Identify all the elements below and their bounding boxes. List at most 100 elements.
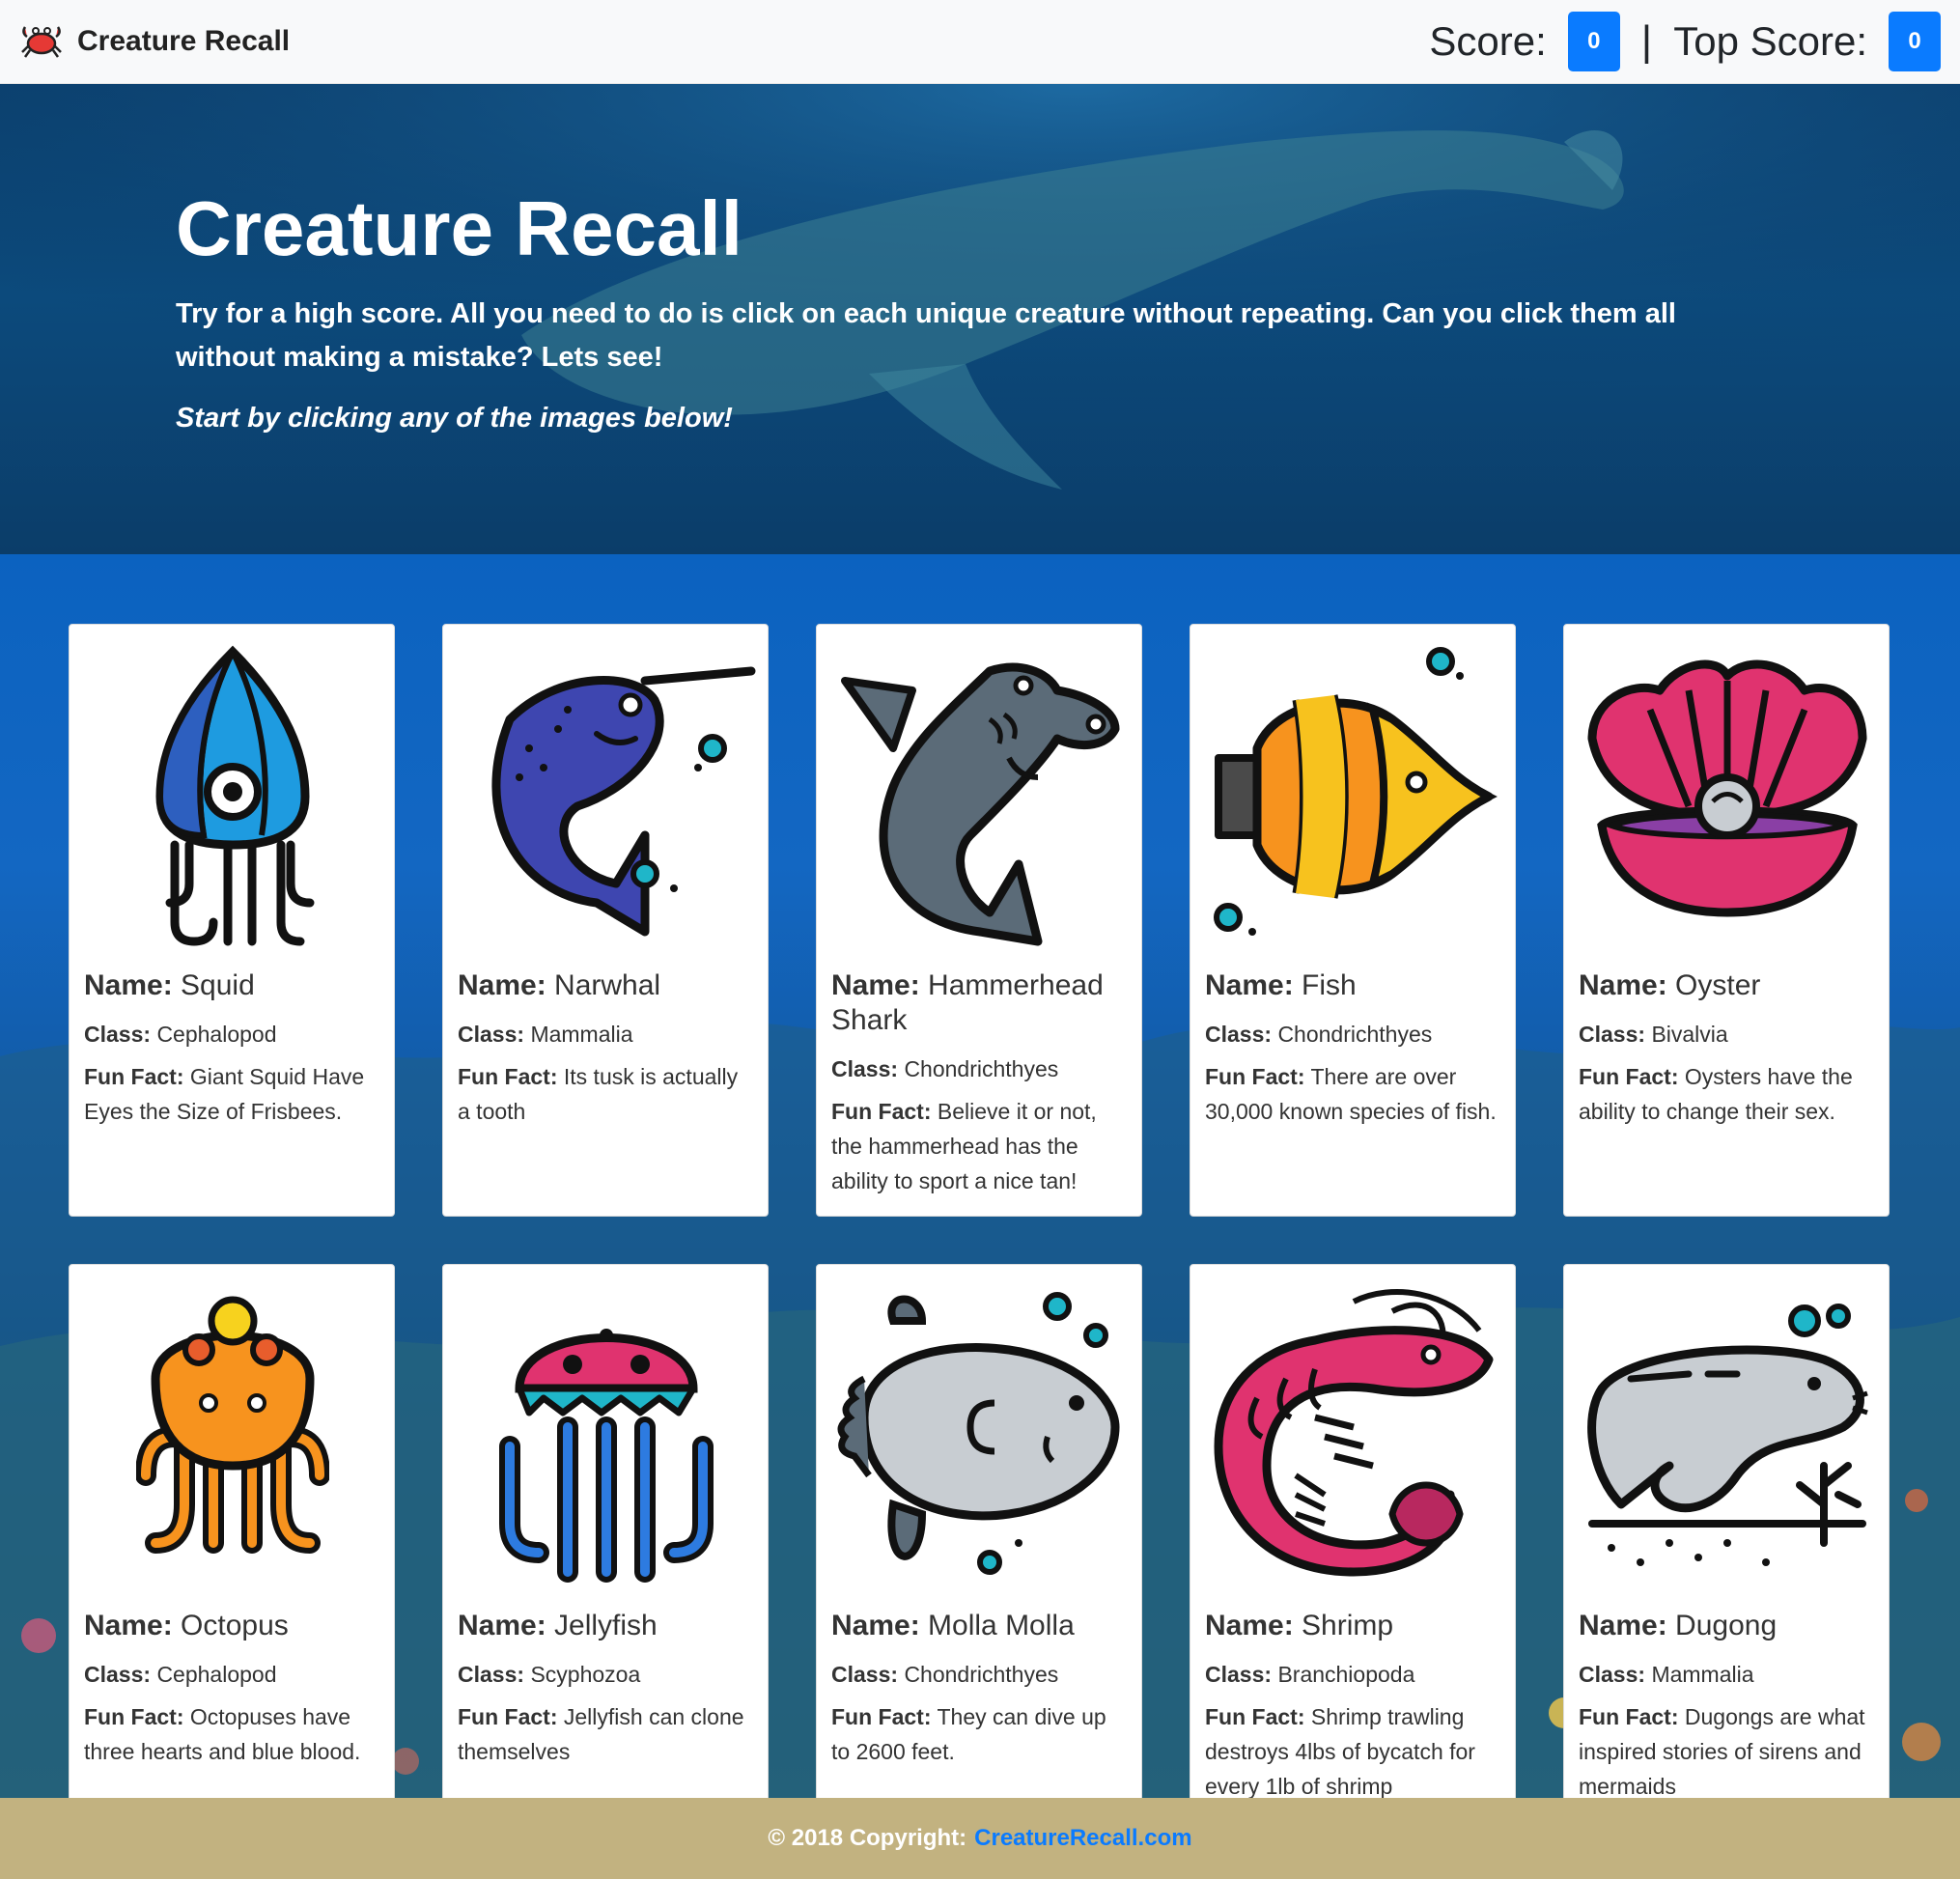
name-label: Name: — [1205, 969, 1294, 1001]
creature-fact: Fun Fact: Giant Squid Have Eyes the Size… — [84, 1059, 379, 1129]
footer-link[interactable]: CreatureRecall.com — [974, 1825, 1191, 1852]
fact-label: Fun Fact: — [1205, 1704, 1305, 1729]
card-body: Name: Hammerhead Shark Class: Chondricht… — [817, 968, 1141, 1198]
creature-card[interactable]: Name: Octopus Class: Cephalopod Fun Fact… — [69, 1264, 395, 1798]
creature-class: Class: Mammalia — [1579, 1657, 1874, 1692]
creature-card[interactable]: Name: Squid Class: Cephalopod Fun Fact: … — [69, 624, 395, 1217]
creature-card[interactable]: Name: Molla Molla Class: Chondrichthyes … — [816, 1264, 1142, 1798]
card-body: Name: Jellyfish Class: Scyphozoa Fun Fac… — [443, 1609, 768, 1769]
brand-name: Creature Recall — [77, 25, 291, 57]
creature-card[interactable]: Name: Shrimp Class: Branchiopoda Fun Fac… — [1190, 1264, 1516, 1798]
creature-fact: Fun Fact: They can dive up to 2600 feet. — [831, 1699, 1127, 1769]
creature-name: Name: Jellyfish — [458, 1609, 753, 1643]
card-grid: Name: Squid Class: Cephalopod Fun Fact: … — [69, 624, 1890, 1798]
class-label: Class: — [84, 1662, 152, 1687]
creature-class: Class: Bivalvia — [1579, 1017, 1874, 1052]
class-label: Class: — [831, 1662, 899, 1687]
name-label: Name: — [458, 1610, 546, 1641]
name-value: Octopus — [181, 1610, 289, 1641]
class-label: Class: — [1205, 1662, 1273, 1687]
name-value: Oyster — [1675, 969, 1761, 1001]
name-value: Narwhal — [554, 969, 661, 1001]
class-value: Chondrichthyes — [904, 1662, 1059, 1687]
creature-class: Class: Scyphozoa — [458, 1657, 753, 1692]
class-label: Class: — [1205, 1022, 1273, 1047]
card-body: Name: Narwhal Class: Mammalia Fun Fact: … — [443, 968, 768, 1129]
creature-class: Class: Chondrichthyes — [1205, 1017, 1500, 1052]
crab-icon — [19, 17, 64, 67]
name-label: Name: — [84, 1610, 173, 1641]
hammerhead-shark-icon[interactable] — [817, 625, 1141, 968]
name-value: Dugong — [1675, 1610, 1778, 1641]
class-label: Class: — [1579, 1662, 1646, 1687]
creature-fact: Fun Fact: Shrimp trawling destroys 4lbs … — [1205, 1699, 1500, 1798]
creature-card[interactable]: Name: Jellyfish Class: Scyphozoa Fun Fac… — [442, 1264, 769, 1798]
score-badge: 0 — [1567, 12, 1620, 71]
creature-fact: Fun Fact: Oysters have the ability to ch… — [1579, 1059, 1874, 1129]
creature-fact: Fun Fact: There are over 30,000 known sp… — [1205, 1059, 1500, 1129]
fact-label: Fun Fact: — [1205, 1064, 1305, 1089]
name-label: Name: — [84, 969, 173, 1001]
card-body: Name: Molla Molla Class: Chondrichthyes … — [817, 1609, 1141, 1769]
hero-lead: Try for a high score. All you need to do… — [176, 298, 1676, 373]
narwhal-icon[interactable] — [443, 625, 768, 968]
class-value: Bivalvia — [1651, 1022, 1728, 1047]
class-label: Class: — [458, 1662, 525, 1687]
creature-fact: Fun Fact: Dugongs are what inspired stor… — [1579, 1699, 1874, 1798]
creature-name: Name: Dugong — [1579, 1609, 1874, 1643]
creature-fact: Fun Fact: Its tusk is actually a tooth — [458, 1059, 753, 1129]
name-value: Fish — [1302, 969, 1357, 1001]
name-label: Name: — [831, 969, 920, 1001]
class-value: Cephalopod — [156, 1662, 277, 1687]
creature-class: Class: Chondrichthyes — [831, 1657, 1127, 1692]
creature-card[interactable]: Name: Hammerhead Shark Class: Chondricht… — [816, 624, 1142, 1217]
card-body: Name: Oyster Class: Bivalvia Fun Fact: O… — [1564, 968, 1889, 1129]
squid-icon[interactable] — [70, 625, 394, 968]
name-value: Squid — [181, 969, 255, 1001]
game-board: Name: Squid Class: Cephalopod Fun Fact: … — [0, 554, 1960, 1798]
dugong-icon[interactable] — [1564, 1265, 1889, 1609]
brand[interactable]: Creature Recall — [19, 17, 290, 67]
jellyfish-icon[interactable] — [443, 1265, 768, 1609]
fact-label: Fun Fact: — [1579, 1064, 1679, 1089]
class-value: Cephalopod — [156, 1022, 277, 1047]
creature-fact: Fun Fact: Octopuses have three hearts an… — [84, 1699, 379, 1769]
hero-title: Creature Recall — [176, 185, 742, 271]
fact-label: Fun Fact: — [1579, 1704, 1679, 1729]
fact-label: Fun Fact: — [831, 1704, 932, 1729]
creature-name: Name: Molla Molla — [831, 1609, 1127, 1643]
shrimp-icon[interactable] — [1190, 1265, 1515, 1609]
name-value: Shrimp — [1302, 1610, 1394, 1641]
class-value: Mammalia — [1651, 1662, 1754, 1687]
fish-icon[interactable] — [1190, 625, 1515, 968]
creature-card[interactable]: Name: Dugong Class: Mammalia Fun Fact: D… — [1563, 1264, 1890, 1798]
octopus-icon[interactable] — [70, 1265, 394, 1609]
hero-cta: Start by clicking any of the images belo… — [176, 403, 733, 434]
creature-name: Name: Fish — [1205, 968, 1500, 1003]
fact-label: Fun Fact: — [458, 1064, 558, 1089]
creature-card[interactable]: Name: Narwhal Class: Mammalia Fun Fact: … — [442, 624, 769, 1217]
score-label: Score: — [1429, 18, 1547, 64]
class-value: Chondrichthyes — [904, 1056, 1059, 1081]
class-label: Class: — [831, 1056, 899, 1081]
copyright-text: © 2018 Copyright: — [768, 1825, 967, 1851]
score-panel: Score: 0 | Top Score: 0 — [1429, 12, 1941, 71]
fact-label: Fun Fact: — [458, 1704, 558, 1729]
molla-molla-icon[interactable] — [817, 1265, 1141, 1609]
fact-label: Fun Fact: — [84, 1704, 184, 1729]
oyster-icon[interactable] — [1564, 625, 1889, 968]
creature-class: Class: Chondrichthyes — [831, 1052, 1127, 1086]
card-body: Name: Fish Class: Chondrichthyes Fun Fac… — [1190, 968, 1515, 1129]
hero-jumbotron: Creature Recall Try for a high score. Al… — [0, 84, 1960, 554]
creature-card[interactable]: Name: Oyster Class: Bivalvia Fun Fact: O… — [1563, 624, 1890, 1217]
hero-content: Creature Recall Try for a high score. Al… — [176, 190, 1740, 435]
creature-card[interactable]: Name: Fish Class: Chondrichthyes Fun Fac… — [1190, 624, 1516, 1217]
creature-class: Class: Cephalopod — [84, 1657, 379, 1692]
class-value: Chondrichthyes — [1277, 1022, 1433, 1047]
name-label: Name: — [831, 1610, 920, 1641]
name-value: Jellyfish — [554, 1610, 658, 1641]
name-value: Molla Molla — [928, 1610, 1075, 1641]
creature-name: Name: Octopus — [84, 1609, 379, 1643]
creature-fact: Fun Fact: Jellyfish can clone themselves — [458, 1699, 753, 1769]
class-value: Mammalia — [530, 1022, 633, 1047]
